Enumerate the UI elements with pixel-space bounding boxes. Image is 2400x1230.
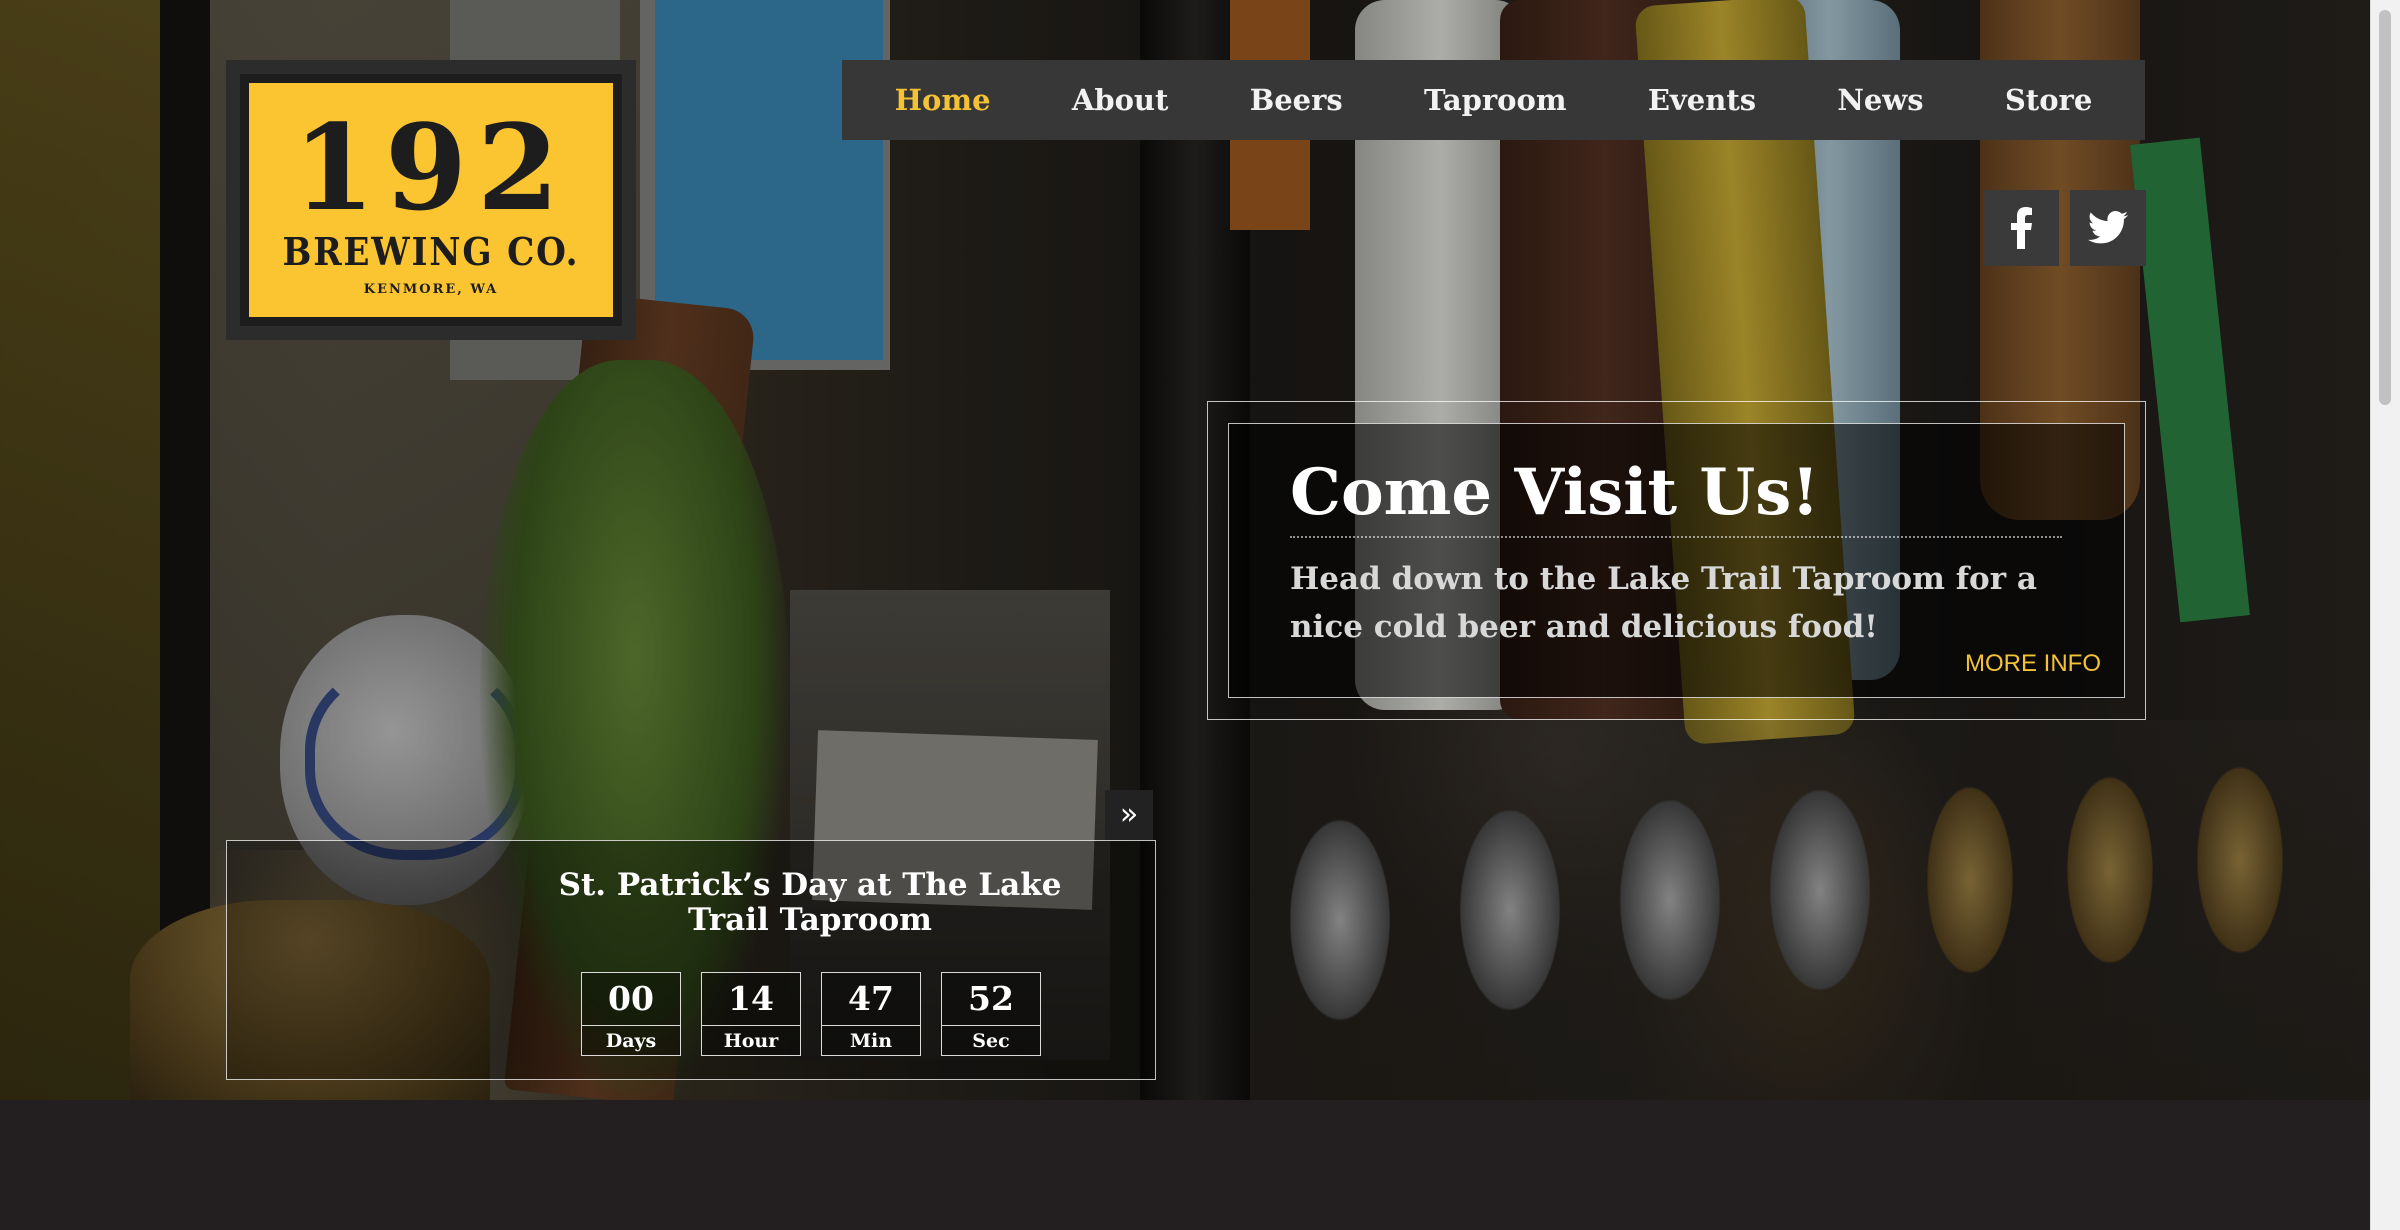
nav-store[interactable]: Store bbox=[1995, 75, 2102, 125]
logo-location: KENMORE, WA bbox=[363, 282, 499, 297]
twitter-icon bbox=[2088, 211, 2128, 244]
nav-beers[interactable]: Beers bbox=[1240, 75, 1353, 125]
facebook-icon bbox=[2011, 207, 2032, 249]
more-info-link[interactable]: MORE INFO bbox=[1965, 650, 2101, 678]
countdown-label: Sec bbox=[972, 1030, 1010, 1052]
countdown-days: 00 Days bbox=[581, 972, 681, 1056]
countdown-value: 14 bbox=[702, 973, 800, 1026]
logo-name: BREWING CO. bbox=[282, 229, 580, 274]
event-title[interactable]: St. Patrick’s Day at The Lake Trail Tapr… bbox=[520, 868, 1100, 938]
countdown-label: Days bbox=[605, 1030, 657, 1052]
facebook-link[interactable] bbox=[1983, 190, 2059, 266]
page-content-area bbox=[0, 1100, 2370, 1230]
nav-taproom[interactable]: Taproom bbox=[1414, 75, 1577, 125]
countdown-value: 00 bbox=[582, 973, 680, 1026]
countdown-minutes: 47 Min bbox=[821, 972, 921, 1056]
countdown-hours: 14 Hour bbox=[701, 972, 801, 1056]
nav-home[interactable]: Home bbox=[885, 75, 1001, 125]
countdown-label: Min bbox=[849, 1030, 893, 1052]
visit-text: Head down to the Lake Trail Taproom for … bbox=[1290, 561, 2037, 645]
main-nav: Home About Beers Taproom Events News Sto… bbox=[842, 60, 2145, 140]
countdown-value: 47 bbox=[822, 973, 920, 1026]
countdown-value: 52 bbox=[942, 973, 1040, 1026]
countdown-label: Hour bbox=[723, 1030, 779, 1052]
twitter-link[interactable] bbox=[2070, 190, 2146, 266]
site-logo[interactable]: 192 BREWING CO. KENMORE, WA bbox=[226, 60, 636, 340]
logo-number: 192 bbox=[292, 98, 570, 237]
event-next-arrow[interactable]: » bbox=[1105, 790, 1153, 840]
logo-badge: 192 BREWING CO. KENMORE, WA bbox=[240, 74, 622, 326]
scrollbar-thumb[interactable] bbox=[2379, 10, 2391, 405]
visit-title: Come Visit Us! bbox=[1290, 457, 2062, 539]
nav-news[interactable]: News bbox=[1827, 75, 1933, 125]
countdown-seconds: 52 Sec bbox=[941, 972, 1041, 1056]
nav-events[interactable]: Events bbox=[1638, 75, 1766, 125]
nav-about[interactable]: About bbox=[1062, 75, 1179, 125]
